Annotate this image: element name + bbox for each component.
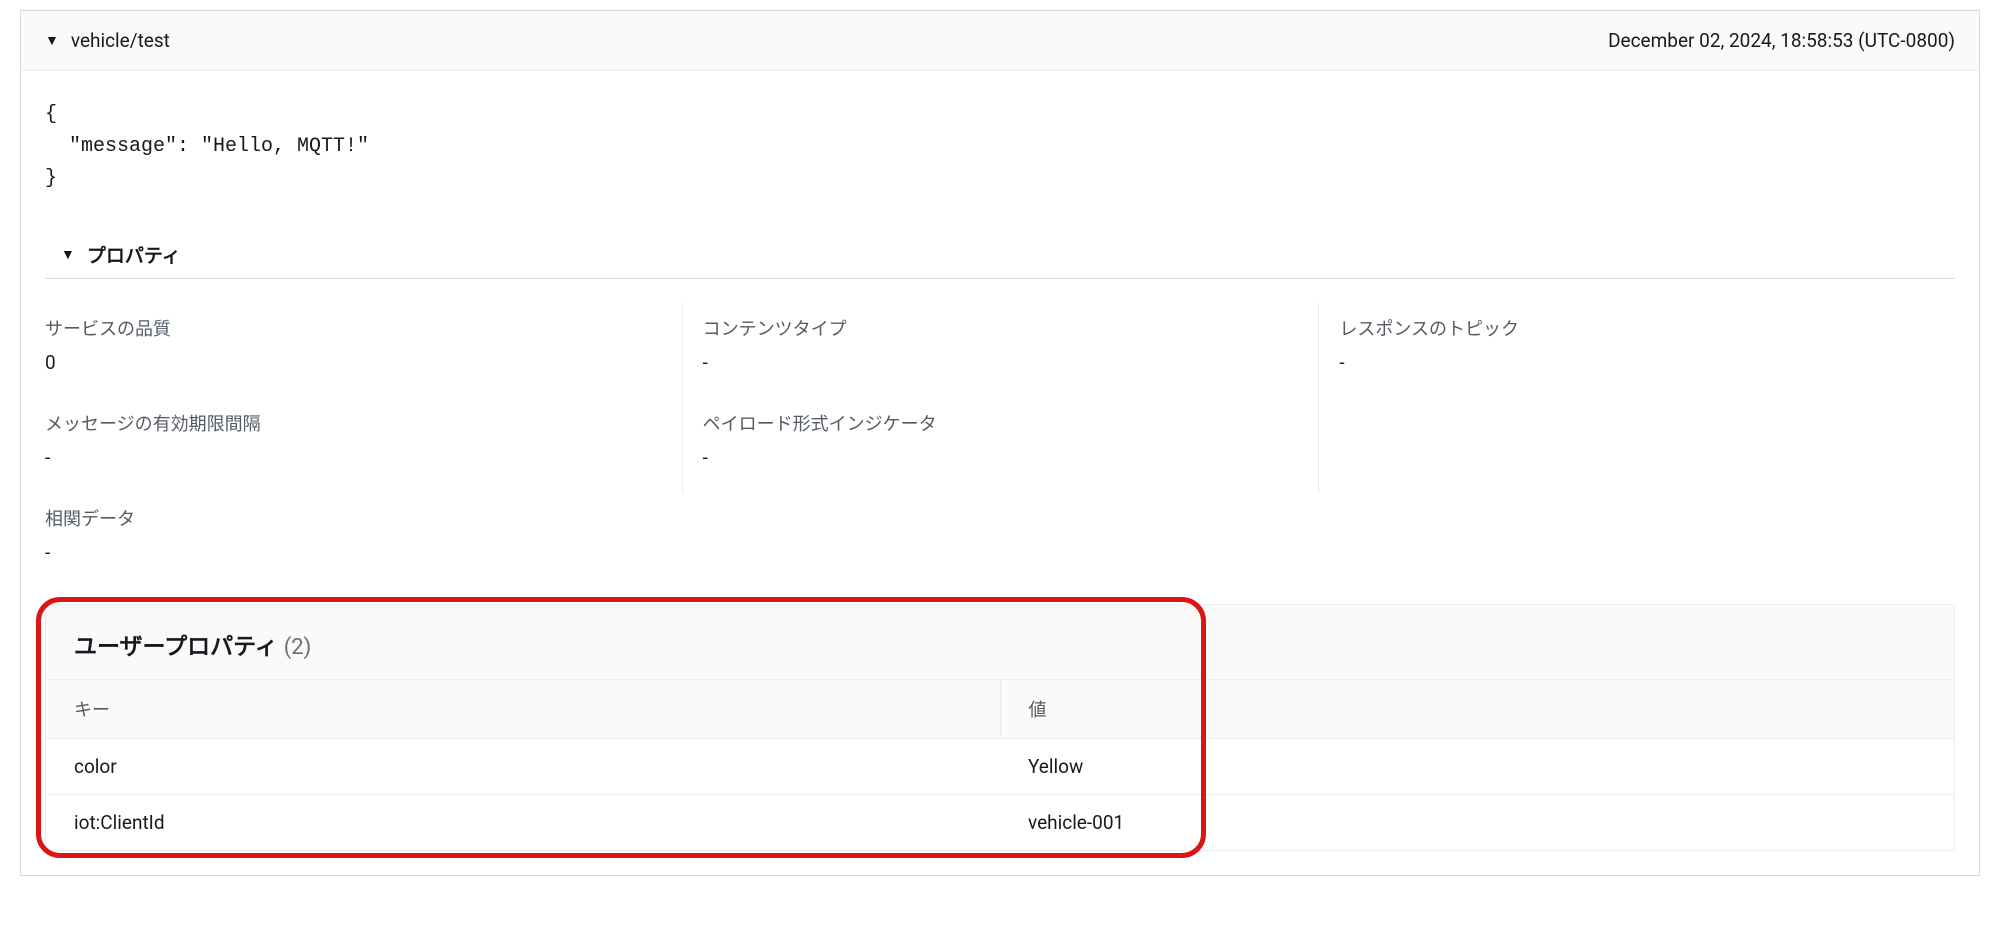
prop-response-topic: レスポンスのトピック -: [1318, 303, 1955, 398]
prop-value: 0: [45, 351, 662, 374]
user-properties-header: ユーザープロパティ (2): [46, 605, 1954, 679]
topic-header[interactable]: ▼ vehicle/test December 02, 2024, 18:58:…: [21, 11, 1979, 71]
prop-correlation: 相関データ -: [45, 493, 1955, 564]
prop-label: ペイロード形式インジケータ: [703, 410, 1299, 436]
user-properties-section: ユーザープロパティ (2) キー 値 color Yellow iot:Clie…: [45, 604, 1955, 851]
properties-grid-row2: メッセージの有効期限間隔 - ペイロード形式インジケータ -: [21, 398, 1979, 493]
prop-label: レスポンスのトピック: [1339, 315, 1935, 341]
column-header-value[interactable]: 値: [1000, 680, 1954, 739]
topic-name: vehicle/test: [71, 29, 170, 52]
prop-label: メッセージの有効期限間隔: [45, 410, 662, 436]
prop-label: 相関データ: [45, 505, 1955, 531]
column-header-key[interactable]: キー: [46, 680, 1000, 739]
payload-code: { "message": "Hello, MQTT!" }: [45, 99, 1955, 195]
prop-payload-format: ペイロード形式インジケータ -: [682, 398, 1319, 493]
cell-key: color: [46, 739, 1000, 795]
properties-grid-row1: サービスの品質 0 コンテンツタイプ - レスポンスのトピック -: [21, 279, 1979, 398]
prop-label: サービスの品質: [45, 315, 662, 341]
user-properties-table: キー 値 color Yellow iot:ClientId vehicle-0…: [46, 679, 1954, 850]
prop-value: -: [703, 351, 1299, 374]
prop-value: -: [45, 541, 1955, 564]
prop-content-type: コンテンツタイプ -: [682, 303, 1319, 398]
prop-value: -: [703, 446, 1299, 469]
prop-value: -: [1339, 351, 1935, 374]
table-row: color Yellow: [46, 739, 1954, 795]
prop-value: -: [45, 446, 662, 469]
chevron-down-icon: ▼: [61, 246, 75, 263]
properties-title: プロパティ: [87, 241, 181, 268]
table-header-row: キー 値: [46, 680, 1954, 739]
user-properties-title: ユーザープロパティ: [74, 627, 278, 661]
prop-empty: [1318, 398, 1955, 493]
cell-value: Yellow: [1000, 739, 1954, 795]
cell-key: iot:ClientId: [46, 795, 1000, 851]
message-panel: ▼ vehicle/test December 02, 2024, 18:58:…: [20, 10, 1980, 876]
timestamp: December 02, 2024, 18:58:53 (UTC-0800): [1608, 29, 1955, 52]
properties-header[interactable]: ▼ プロパティ: [45, 227, 1955, 279]
prop-expiry: メッセージの有効期限間隔 -: [45, 398, 682, 493]
correlation-row: 相関データ -: [21, 493, 1979, 592]
prop-qos: サービスの品質 0: [45, 303, 682, 398]
table-row: iot:ClientId vehicle-001: [46, 795, 1954, 851]
cell-value: vehicle-001: [1000, 795, 1954, 851]
topic-header-left: ▼ vehicle/test: [45, 29, 170, 52]
user-properties-count: (2): [284, 635, 312, 660]
payload-section: { "message": "Hello, MQTT!" }: [21, 71, 1979, 227]
chevron-down-icon: ▼: [45, 32, 59, 49]
prop-label: コンテンツタイプ: [703, 315, 1299, 341]
